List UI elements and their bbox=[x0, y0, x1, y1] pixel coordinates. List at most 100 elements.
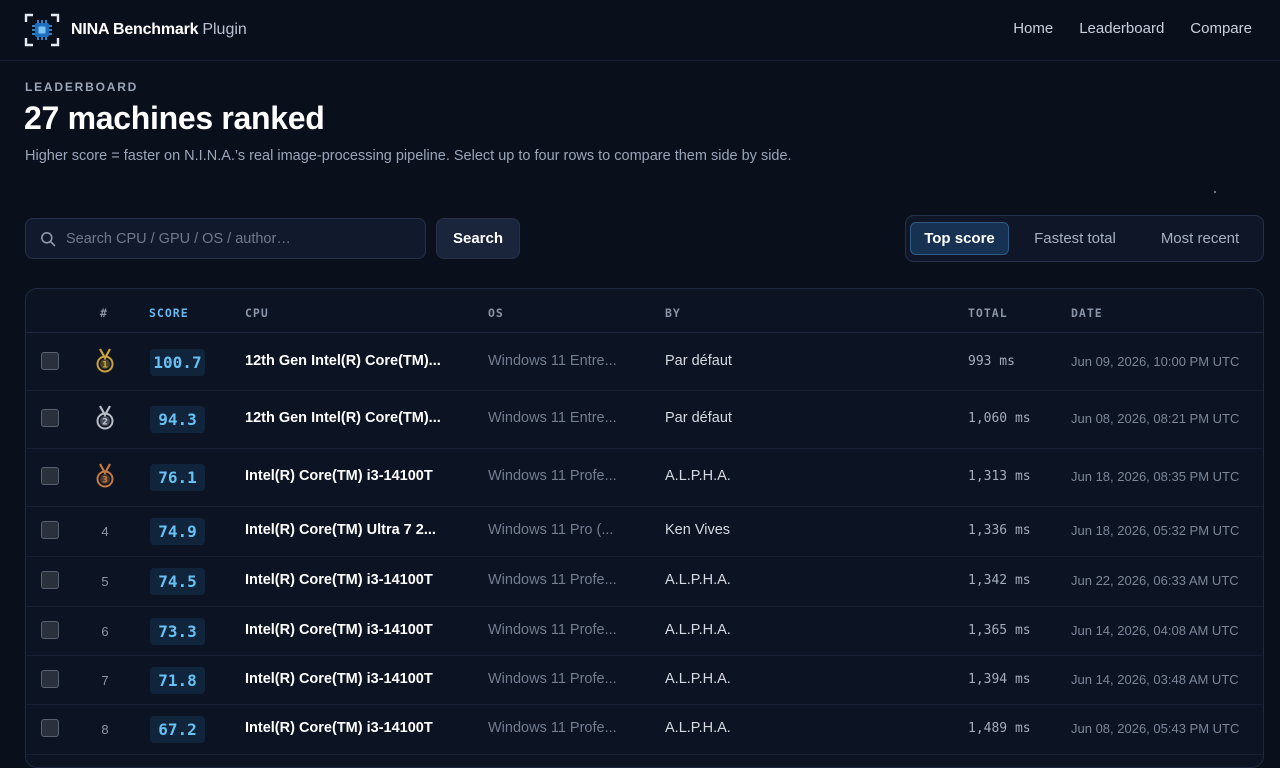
row-os: Windows 11 Profe... bbox=[488, 622, 617, 638]
row-total: 1,489 ms bbox=[968, 721, 1031, 736]
medal-rank: 3 bbox=[102, 475, 108, 485]
row-os: Windows 11 Profe... bbox=[488, 468, 617, 484]
row-total: 1,336 ms bbox=[968, 523, 1031, 538]
row-select-checkbox[interactable] bbox=[41, 409, 59, 427]
decorative-dot bbox=[1214, 191, 1216, 193]
brand-name: NINA Benchmark Plugin bbox=[71, 21, 247, 39]
header-date[interactable]: DATE bbox=[1071, 306, 1103, 320]
row-total: 993 ms bbox=[968, 354, 1015, 369]
row-cpu: Intel(R) Core(TM) i3-14100T bbox=[245, 572, 433, 588]
row-author: Par défaut bbox=[665, 353, 732, 369]
row-author: Par défaut bbox=[665, 410, 732, 426]
row-total: 1,394 ms bbox=[968, 672, 1031, 687]
row-date: Jun 09, 2026, 10:00 PM UTC bbox=[1071, 354, 1240, 369]
row-date: Jun 08, 2026, 08:21 PM UTC bbox=[1071, 411, 1240, 426]
header-os[interactable]: OS bbox=[488, 306, 504, 320]
medal-icon: 3 bbox=[96, 463, 114, 488]
row-author: A.L.P.H.A. bbox=[665, 572, 731, 588]
row-date: Jun 14, 2026, 04:08 AM UTC bbox=[1071, 623, 1239, 638]
page-eyebrow: LEADERBOARD bbox=[25, 80, 139, 94]
medal-rank: 1 bbox=[102, 360, 108, 370]
search-box bbox=[25, 218, 426, 259]
row-cpu: 12th Gen Intel(R) Core(TM)... bbox=[245, 410, 441, 426]
row-rank: 6 bbox=[101, 624, 109, 639]
search-button[interactable]: Search bbox=[436, 218, 520, 259]
medal-icon: 1 bbox=[96, 348, 114, 373]
header-cpu[interactable]: CPU bbox=[245, 306, 269, 320]
row-select-checkbox[interactable] bbox=[41, 670, 59, 688]
row-author: A.L.P.H.A. bbox=[665, 622, 731, 638]
row-os: Windows 11 Pro (... bbox=[488, 522, 614, 538]
row-cpu: Intel(R) Core(TM) i3-14100T bbox=[245, 622, 433, 638]
row-select-checkbox[interactable] bbox=[41, 467, 59, 485]
brand-name-bold: NINA Benchmark bbox=[71, 21, 199, 38]
row-date: Jun 14, 2026, 03:48 AM UTC bbox=[1071, 672, 1239, 687]
row-total: 1,060 ms bbox=[968, 411, 1031, 426]
page-title: 27 machines ranked bbox=[24, 100, 325, 136]
row-total: 1,342 ms bbox=[968, 573, 1031, 588]
table-row[interactable]: 1 100.7 12th Gen Intel(R) Core(TM)... Wi… bbox=[26, 334, 1263, 391]
row-os: Windows 11 Profe... bbox=[488, 720, 617, 736]
sort-most-recent[interactable]: Most recent bbox=[1142, 222, 1258, 255]
score-badge: 73.3 bbox=[150, 618, 205, 645]
table-row[interactable]: 4 74.9 Intel(R) Core(TM) Ultra 7 2... Wi… bbox=[26, 507, 1263, 557]
row-author: A.L.P.H.A. bbox=[665, 720, 731, 736]
row-cpu: Intel(R) Core(TM) Ultra 7 2... bbox=[245, 522, 436, 538]
row-rank: 7 bbox=[101, 673, 109, 688]
row-select-checkbox[interactable] bbox=[41, 719, 59, 737]
row-cpu: Intel(R) Core(TM) i3-14100T bbox=[245, 720, 433, 736]
nav-compare[interactable]: Compare bbox=[1190, 20, 1252, 37]
row-author: A.L.P.H.A. bbox=[665, 671, 731, 687]
table-row[interactable]: 8 67.2 Intel(R) Core(TM) i3-14100T Windo… bbox=[26, 705, 1263, 755]
table-row[interactable]: 7 71.8 Intel(R) Core(TM) i3-14100T Windo… bbox=[26, 656, 1263, 705]
row-os: Windows 11 Profe... bbox=[488, 572, 617, 588]
row-select-checkbox[interactable] bbox=[41, 571, 59, 589]
header-rank: # bbox=[100, 306, 108, 320]
table-row[interactable]: 5 74.5 Intel(R) Core(TM) i3-14100T Windo… bbox=[26, 557, 1263, 607]
brand-name-light: Plugin bbox=[202, 21, 247, 38]
search-input[interactable] bbox=[66, 219, 416, 258]
chip-icon bbox=[24, 13, 60, 47]
header-total[interactable]: TOTAL bbox=[968, 306, 1008, 320]
score-badge: 76.1 bbox=[150, 464, 205, 491]
table-row[interactable]: 2 94.3 12th Gen Intel(R) Core(TM)... Win… bbox=[26, 391, 1263, 449]
main-nav: Home Leaderboard Compare bbox=[1013, 20, 1252, 37]
score-badge: 74.5 bbox=[150, 568, 205, 595]
header-by[interactable]: BY bbox=[665, 306, 681, 320]
nav-leaderboard[interactable]: Leaderboard bbox=[1079, 20, 1164, 37]
table-row[interactable]: 6 73.3 Intel(R) Core(TM) i3-14100T Windo… bbox=[26, 607, 1263, 656]
row-rank: 4 bbox=[101, 524, 109, 539]
row-date: Jun 08, 2026, 05:43 PM UTC bbox=[1071, 721, 1240, 736]
row-select-checkbox[interactable] bbox=[41, 352, 59, 370]
medal-rank: 2 bbox=[102, 417, 108, 427]
row-date: Jun 18, 2026, 05:32 PM UTC bbox=[1071, 523, 1240, 538]
score-badge: 100.7 bbox=[150, 349, 205, 376]
row-os: Windows 11 Profe... bbox=[488, 671, 617, 687]
row-author: A.L.P.H.A. bbox=[665, 468, 731, 484]
row-cpu: Intel(R) Core(TM) i3-14100T bbox=[245, 468, 433, 484]
table-row[interactable]: 3 76.1 Intel(R) Core(TM) i3-14100T Windo… bbox=[26, 449, 1263, 507]
search-icon bbox=[41, 232, 56, 247]
sort-toggle-group: Top score Fastest total Most recent bbox=[905, 215, 1264, 262]
score-badge: 71.8 bbox=[150, 667, 205, 694]
score-badge: 74.9 bbox=[150, 518, 205, 545]
row-cpu: Intel(R) Core(TM) i3-14100T bbox=[245, 671, 433, 687]
row-select-checkbox[interactable] bbox=[41, 521, 59, 539]
row-select-checkbox[interactable] bbox=[41, 621, 59, 639]
row-os: Windows 11 Entre... bbox=[488, 353, 617, 369]
brand[interactable]: NINA Benchmark Plugin bbox=[24, 13, 247, 47]
header-score[interactable]: SCORE bbox=[149, 306, 189, 320]
sort-fastest-total[interactable]: Fastest total bbox=[1017, 222, 1133, 255]
top-bar: NINA Benchmark Plugin Home Leaderboard Co… bbox=[0, 0, 1280, 61]
row-author: Ken Vives bbox=[665, 522, 731, 538]
page-subtitle: Higher score = faster on N.I.N.A.’s real… bbox=[25, 148, 792, 164]
row-date: Jun 18, 2026, 08:35 PM UTC bbox=[1071, 469, 1240, 484]
sort-top-score[interactable]: Top score bbox=[910, 222, 1009, 255]
row-total: 1,313 ms bbox=[968, 469, 1031, 484]
row-date: Jun 22, 2026, 06:33 AM UTC bbox=[1071, 573, 1239, 588]
medal-icon: 2 bbox=[96, 405, 114, 430]
table-header: # SCORE CPU OS BY TOTAL DATE bbox=[26, 289, 1263, 333]
row-os: Windows 11 Entre... bbox=[488, 410, 617, 426]
row-rank: 8 bbox=[101, 722, 109, 737]
nav-home[interactable]: Home bbox=[1013, 20, 1053, 37]
